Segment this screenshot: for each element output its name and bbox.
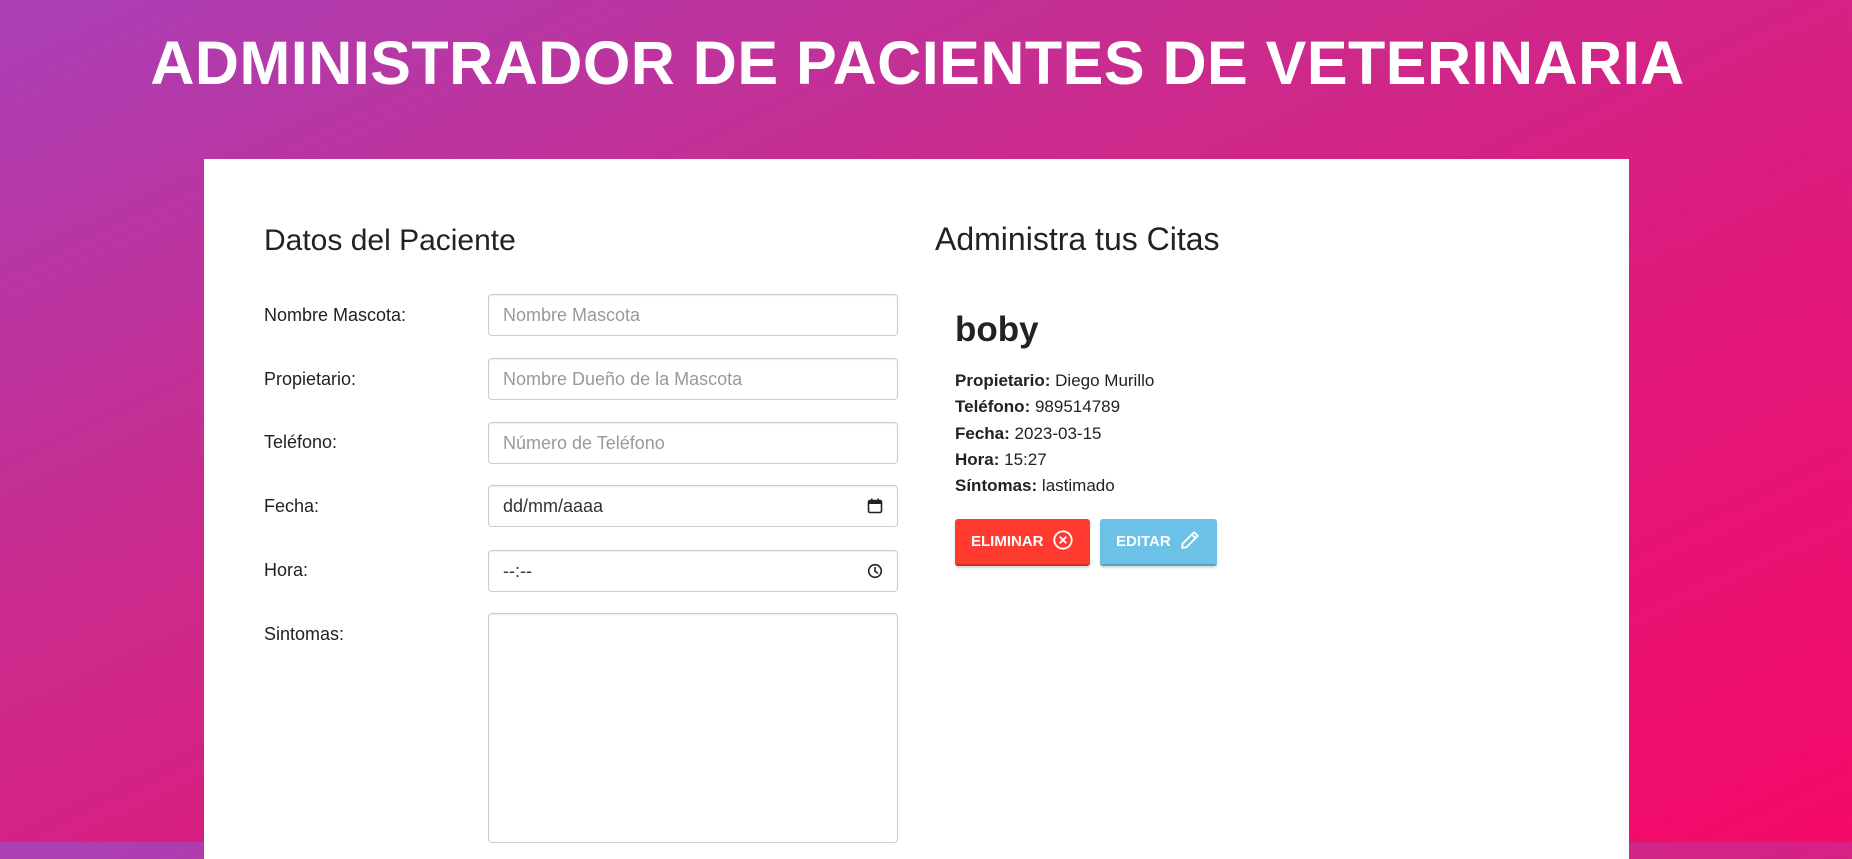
calendar-icon[interactable]: [867, 498, 883, 514]
appointment-phone: Teléfono: 989514789: [955, 397, 1120, 417]
time-value: 15:27: [1004, 450, 1047, 469]
symptoms-value: lastimado: [1041, 476, 1115, 495]
clock-icon[interactable]: [867, 563, 883, 579]
edit-button-label: EDITAR: [1116, 533, 1171, 550]
appointment-owner: Propietario: Diego Murillo: [955, 371, 1154, 391]
time-key: Hora:: [955, 450, 1000, 469]
main-card: Datos del Paciente Nombre Mascota: Propi…: [204, 159, 1629, 859]
time-input-value: --:--: [503, 560, 532, 581]
page-title: ADMINISTRADOR DE PACIENTES DE VETERINARI…: [150, 29, 1685, 97]
appointment-time: Hora: 15:27: [955, 450, 1047, 470]
phone-value: 989514789: [1034, 397, 1121, 416]
phone-input[interactable]: [488, 422, 898, 464]
date-input-value: dd/mm/aaaa: [503, 495, 604, 516]
phone-label: Teléfono:: [264, 432, 338, 452]
delete-button-label: ELIMINAR: [971, 533, 1044, 550]
time-label: Hora:: [264, 560, 309, 580]
date-value: 2023-03-15: [1014, 424, 1102, 443]
date-key: Fecha:: [955, 424, 1010, 443]
symptoms-textarea[interactable]: [488, 613, 898, 843]
symptoms-label: Sintomas:: [264, 624, 345, 644]
appointment-date: Fecha: 2023-03-15: [955, 424, 1102, 444]
date-label: Fecha:: [264, 496, 320, 516]
pet-name-input[interactable]: [488, 294, 898, 336]
appointment-pet-name: boby: [955, 310, 1039, 349]
owner-value: Diego Murillo: [1055, 371, 1155, 390]
time-input[interactable]: --:--: [488, 550, 898, 592]
pet-name-label: Nombre Mascota:: [264, 305, 407, 325]
form-title: Datos del Paciente: [264, 224, 516, 257]
symptoms-key: Síntomas:: [955, 476, 1038, 495]
x-circle-icon: [1052, 529, 1074, 555]
date-input[interactable]: dd/mm/aaaa: [488, 485, 898, 527]
phone-key: Teléfono:: [955, 397, 1031, 416]
edit-button[interactable]: EDITAR: [1100, 519, 1217, 566]
owner-label: Propietario:: [264, 369, 357, 389]
appointments-title: Administra tus Citas: [935, 221, 1220, 257]
owner-key: Propietario:: [955, 371, 1051, 390]
delete-button[interactable]: ELIMINAR: [955, 519, 1090, 566]
pencil-icon: [1179, 529, 1201, 555]
appointment-symptoms: Síntomas: lastimado: [955, 476, 1115, 496]
owner-input[interactable]: [488, 358, 898, 400]
